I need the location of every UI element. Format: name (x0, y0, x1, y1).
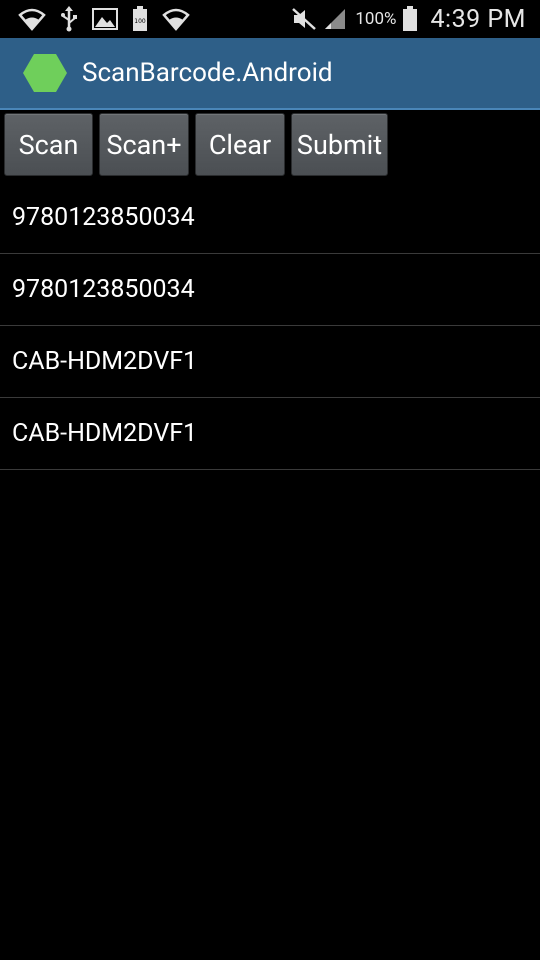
status-clock: 4:39 PM (430, 4, 526, 34)
list-item[interactable]: CAB-HDM2DVF1 (0, 398, 540, 470)
action-bar: ScanBarcode.Android (0, 38, 540, 110)
xamarin-hexagon-icon (22, 53, 68, 93)
scan-button[interactable]: Scan (4, 113, 93, 176)
battery-percent: 100% (355, 9, 397, 29)
app-title: ScanBarcode.Android (82, 58, 333, 88)
usb-icon (60, 6, 78, 32)
button-toolbar: Scan Scan+ Clear Submit (0, 111, 540, 181)
mute-icon (291, 7, 317, 31)
status-notifications: 100 (0, 6, 190, 32)
scan-plus-button[interactable]: Scan+ (99, 113, 189, 176)
submit-button[interactable]: Submit (291, 113, 388, 176)
wifi-icon (18, 7, 46, 31)
wifi-icon (162, 7, 190, 31)
image-icon (92, 8, 118, 30)
list-item[interactable]: 9780123850034 (0, 182, 540, 254)
battery-icon (402, 6, 418, 32)
status-bar: 100 100% 4:39 PM (0, 0, 540, 38)
scanned-barcode-list: 9780123850034 9780123850034 CAB-HDM2DVF1… (0, 182, 540, 470)
battery-full-icon: 100 (132, 6, 148, 32)
clear-button[interactable]: Clear (195, 113, 285, 176)
list-item[interactable]: 9780123850034 (0, 254, 540, 326)
signal-icon (323, 7, 347, 31)
status-system: 100% 4:39 PM (291, 5, 540, 34)
svg-text:100: 100 (134, 18, 146, 25)
list-item[interactable]: CAB-HDM2DVF1 (0, 326, 540, 398)
